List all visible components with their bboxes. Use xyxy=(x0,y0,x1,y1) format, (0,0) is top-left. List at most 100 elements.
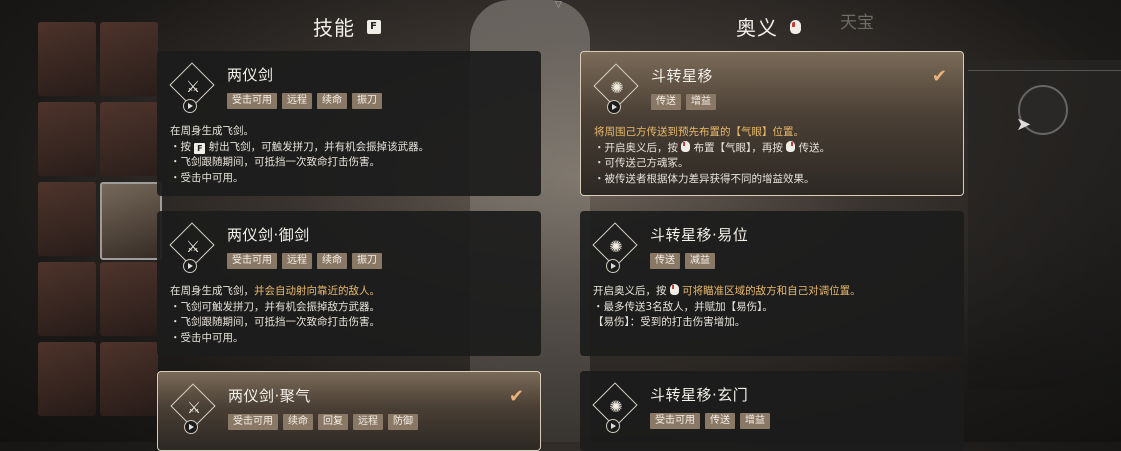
tag-list: 传送 减益 xyxy=(650,253,715,269)
description-text: 【易伤】：受到的打击伤害增加。 xyxy=(593,316,746,328)
description-line: ・按 F 射出飞剑，可触发拼刀，并有机会振掉该武器。 xyxy=(170,140,531,156)
card-description: 开启奥义后，按 可将瞄准区域的敌方和自己对调位置。 ・最多传送3名敌人，并赋加【易… xyxy=(593,284,954,331)
highlighted-text: 并会自动射向靠近的敌人。 xyxy=(254,285,380,297)
highlighted-text: 将周围己方传送到预先布置的【气眼】位置。 xyxy=(594,126,804,138)
card-description: 在周身生成飞剑。 ・按 F 射出飞剑，可触发拼刀，并有机会振掉该武器。 ・飞剑跟随期… xyxy=(170,124,531,186)
description-line: ・开启奥义后，按 布置【气眼】，再按 传送。 xyxy=(594,140,953,157)
hero-portrait[interactable] xyxy=(38,342,96,416)
hero-portrait[interactable] xyxy=(100,22,158,96)
checkmark-icon: ✔ xyxy=(508,386,524,407)
description-line: 将周围己方传送到预先布置的【气眼】位置。 xyxy=(594,125,953,141)
tag-badge: 续命 xyxy=(317,93,347,109)
play-preview-icon[interactable] xyxy=(184,420,198,434)
description-line: ・受击中可用。 xyxy=(170,171,531,187)
key-f-icon: F xyxy=(194,142,206,154)
hero-portrait[interactable] xyxy=(38,102,96,176)
tag-list: 受击可用 续命 回复 远程 防御 xyxy=(228,414,418,430)
highlighted-text: 可将瞄准区域的敌方和自己对调位置。 xyxy=(678,285,861,297)
hero-portrait-selected[interactable] xyxy=(100,182,162,260)
tag-badge: 传送 xyxy=(651,94,681,110)
description-text: 布置【气眼】，再按 xyxy=(690,141,787,154)
description-text: ・受击中可用。 xyxy=(170,331,244,344)
hero-portrait[interactable] xyxy=(100,342,158,416)
play-preview-icon[interactable] xyxy=(606,259,620,273)
description-line: ・飞剑跟随期间，可抵挡一次致命打击伤害。 xyxy=(170,155,531,171)
tag-badge: 防御 xyxy=(388,414,418,430)
tag-badge: 振刀 xyxy=(352,93,382,109)
tag-badge: 远程 xyxy=(282,253,312,269)
hero-portrait[interactable] xyxy=(100,102,158,176)
tag-badge: 远程 xyxy=(353,414,383,430)
card-title: 两仪剑·御剑 xyxy=(227,226,310,244)
ultimate-title: 奥义 xyxy=(736,16,778,40)
tag-badge: 传送 xyxy=(705,413,735,429)
tag-list: 受击可用 传送 增益 xyxy=(650,413,770,429)
description-text: ・被传送者根据体力差异获得不同的增益效果。 xyxy=(594,172,815,185)
skill-card[interactable]: ⚔ 两仪剑·御剑 受击可用 远程 续命 振刀 在周身生成飞剑，并会自动射向靠近的敌人。 ・飞剑… xyxy=(157,211,541,356)
description-line: ・飞剑跟随期间，可抵挡一次致命打击伤害。 xyxy=(170,315,531,331)
key-f-icon: F xyxy=(367,19,381,34)
skill-card[interactable]: ⚔ 两仪剑·聚气 受击可用 续命 回复 远程 防御 ✔ xyxy=(157,371,541,451)
hero-portrait[interactable] xyxy=(38,182,96,256)
tag-badge: 传送 xyxy=(650,253,680,269)
ultimate-card[interactable]: ✺ 斗转星移·玄门 受击可用 传送 增益 xyxy=(580,371,964,451)
tab-tianbao[interactable]: 天宝 xyxy=(840,8,874,33)
ultimate-card[interactable]: ✺ 斗转星移 传送 增益 ✔ 将周围己方传送到预先布置的【气眼】位置。 ・开启奥义后，按 布… xyxy=(580,51,964,196)
description-text: ・最多传送3名敌人，并赋加【易伤】。 xyxy=(593,300,773,313)
hero-portrait-list xyxy=(38,22,162,442)
card-description: 在周身生成飞剑，并会自动射向靠近的敌人。・飞剑可触发拼刀，并有机会振掉敌方武器。… xyxy=(170,284,531,346)
right-panel-backdrop xyxy=(968,60,1121,390)
skill-card[interactable]: ⚔ 两仪剑 受击可用 远程 续命 振刀 在周身生成飞剑。 ・按 F 射出飞剑，可触发拼刀，并有… xyxy=(157,51,541,196)
description-line: ・最多传送3名敌人，并赋加【易伤】。 xyxy=(593,300,954,316)
card-title: 两仪剑·聚气 xyxy=(228,387,311,405)
scroll-up-indicator-icon: ▽ xyxy=(555,0,562,10)
hero-portrait[interactable] xyxy=(38,262,96,336)
description-line: ・被传送者根据体力差异获得不同的增益效果。 xyxy=(594,172,953,188)
tag-badge: 续命 xyxy=(283,414,313,430)
play-preview-icon[interactable] xyxy=(183,259,197,273)
description-text: ・飞剑跟随期间，可抵挡一次致命打击伤害。 xyxy=(170,156,380,168)
skills-title: 技能 xyxy=(313,16,355,40)
card-title: 斗转星移·玄门 xyxy=(650,386,749,404)
tag-badge: 续命 xyxy=(317,253,347,269)
description-line: 开启奥义后，按 可将瞄准区域的敌方和自己对调位置。 xyxy=(593,284,954,300)
ultimate-card[interactable]: ✺ 斗转星移·易位 传送 减益 开启奥义后，按 可将瞄准区域的敌方和自己对调位置。 ・最多… xyxy=(580,211,964,356)
tag-badge: 增益 xyxy=(740,413,770,429)
play-preview-icon[interactable] xyxy=(183,99,197,113)
description-text: 在周身生成飞剑。 xyxy=(170,125,254,137)
description-line: 在周身生成飞剑。 xyxy=(170,124,531,140)
description-text: ・可传送己方魂冢。 xyxy=(594,157,689,169)
hero-portrait[interactable] xyxy=(38,22,96,96)
tag-badge: 远程 xyxy=(282,93,312,109)
mouse-right-button-icon xyxy=(786,140,796,152)
mouse-left-button-icon xyxy=(681,140,691,152)
tag-badge: 振刀 xyxy=(352,253,382,269)
description-text: ・按 xyxy=(170,140,195,153)
tag-badge: 受击可用 xyxy=(227,253,277,269)
description-text: 在周身生成飞剑， xyxy=(170,285,254,297)
tag-badge: 回复 xyxy=(318,414,348,430)
tag-list: 受击可用 远程 续命 振刀 xyxy=(227,253,382,269)
tag-list: 受击可用 远程 续命 振刀 xyxy=(227,93,382,109)
description-line: ・飞剑可触发拼刀，并有机会振掉敌方武器。 xyxy=(170,300,531,316)
tag-badge: 受击可用 xyxy=(227,93,277,109)
hero-portrait[interactable] xyxy=(100,262,158,336)
play-preview-icon[interactable] xyxy=(607,100,621,114)
card-description: 将周围己方传送到预先布置的【气眼】位置。・开启奥义后，按 布置【气眼】，再按 传… xyxy=(594,125,953,187)
skills-header: 技能 F xyxy=(313,12,381,41)
description-line: ・受击中可用。 xyxy=(170,331,531,347)
tag-badge: 受击可用 xyxy=(650,413,700,429)
mouse-left-button-icon xyxy=(669,284,679,295)
description-text: 开启奥义后，按 xyxy=(593,285,670,297)
card-title: 斗转星移·易位 xyxy=(650,226,749,244)
description-text: ・飞剑跟随期间，可抵挡一次致命打击伤害。 xyxy=(170,316,380,328)
card-title: 两仪剑 xyxy=(227,66,274,84)
tag-badge: 减益 xyxy=(685,253,715,269)
description-text: ・受击中可用。 xyxy=(170,171,244,184)
description-text: ・飞剑可触发拼刀，并有机会振掉敌方武器。 xyxy=(170,300,380,313)
description-text: 射出飞剑，可触发拼刀，并有机会振掉该武器。 xyxy=(205,140,430,153)
tag-badge: 增益 xyxy=(686,94,716,110)
tag-list: 传送 增益 xyxy=(651,94,716,110)
play-preview-icon[interactable] xyxy=(606,419,620,433)
description-text: 传送。 xyxy=(795,141,831,154)
